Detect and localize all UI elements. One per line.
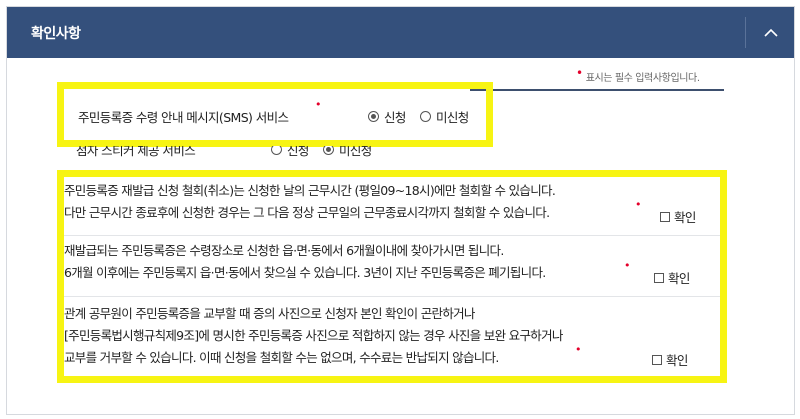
panel-title: 확인사항 (31, 26, 81, 42)
confirm-checkbox-withdrawal[interactable]: 확인 (660, 207, 696, 226)
braille-apply-label: 신청 (287, 146, 309, 158)
checkbox-icon (652, 354, 662, 365)
notice-photo: 관계 공무원이 주민등록증을 교부할 때 증의 사진으로 신청자 본인 확인이 … (64, 303, 720, 369)
checkbox-icon (660, 211, 670, 222)
confirm-checkbox-photo[interactable]: 확인 (652, 350, 688, 369)
notice-withdrawal: 주민등록증 재발급 신청 철회(취소)는 신청한 날의 근무시간 (평일09~1… (64, 180, 720, 224)
notice-pickup: 재발급되는 주민등록증은 수령장소로 신청한 읍·면·동에서 6개월이내에 찾아… (64, 240, 720, 284)
sms-apply-radio[interactable]: 신청 (368, 107, 406, 126)
sms-required-marker: • (315, 98, 322, 111)
braille-decline-radio[interactable]: 미신청 (323, 146, 372, 159)
required-note-text: 표시는 필수 입력사항입니다. (585, 73, 700, 84)
panel-header: 확인사항 (7, 7, 794, 58)
braille-decline-label: 미신청 (339, 146, 372, 158)
collapse-toggle-button[interactable] (747, 7, 794, 58)
sms-service-row: 주민등록증 수령 안내 메시지(SMS) 서비스 (78, 107, 289, 126)
confirm-label: 확인 (668, 271, 690, 286)
sms-decline-label: 미신청 (436, 110, 469, 125)
confirm-label: 확인 (674, 210, 696, 225)
checkbox-icon (654, 272, 664, 283)
notice-required-marker: • (635, 198, 642, 211)
braille-service-label: 점자 스티커 제공 서비스 (76, 146, 196, 158)
sms-service-label: 주민등록증 수령 안내 메시지(SMS) 서비스 (78, 110, 289, 125)
notice-divider (64, 235, 720, 236)
sms-decline-radio[interactable]: 미신청 (420, 107, 469, 126)
chevron-up-icon (763, 28, 778, 37)
notice-line: 교부를 거부할 수 있습니다. 이때 신청을 철회할 수는 없으며, 수수료는 … (64, 350, 499, 365)
notice-required-marker: • (624, 259, 631, 272)
notice-line: 재발급되는 주민등록증은 수령장소로 신청한 읍·면·동에서 6개월이내에 찾아… (64, 243, 504, 258)
confirm-label: 확인 (666, 353, 688, 368)
required-note: • 표시는 필수 입력사항입니다. (576, 66, 700, 84)
radio-selected-icon (368, 111, 379, 122)
notice-line: 관계 공무원이 주민등록증을 교부할 때 증의 사진으로 신청자 본인 확인이 … (64, 306, 475, 321)
radio-unselected-icon (420, 111, 431, 122)
braille-apply-radio[interactable]: 신청 (271, 146, 309, 159)
radio-selected-icon (323, 146, 334, 155)
required-note-underline (470, 89, 724, 91)
notice-line: 주민등록증 재발급 신청 철회(취소)는 신청한 날의 근무시간 (평일09~1… (64, 183, 556, 198)
required-marker: • (576, 66, 583, 80)
sms-apply-label: 신청 (384, 110, 406, 125)
confirm-checkbox-pickup[interactable]: 확인 (654, 268, 690, 287)
braille-service-row: 점자 스티커 제공 서비스 • 신청 미신청 (64, 146, 414, 164)
notice-line: 다만 근무시간 종료후에 신청한 경우는 그 다음 정상 근무일의 근무종료시각… (64, 205, 550, 220)
notice-line: [주민등록법시행규칙제9조]에 명시한 주민등록증 사진으로 적합하지 않는 경… (64, 328, 563, 343)
header-divider (745, 17, 746, 48)
radio-unselected-icon (271, 146, 282, 155)
notice-line: 6개월 이후에는 주민등록지 읍·면·동에서 찾으실 수 있습니다. 3년이 지… (64, 265, 546, 280)
notice-divider (64, 296, 720, 297)
notice-required-marker: • (575, 343, 582, 356)
